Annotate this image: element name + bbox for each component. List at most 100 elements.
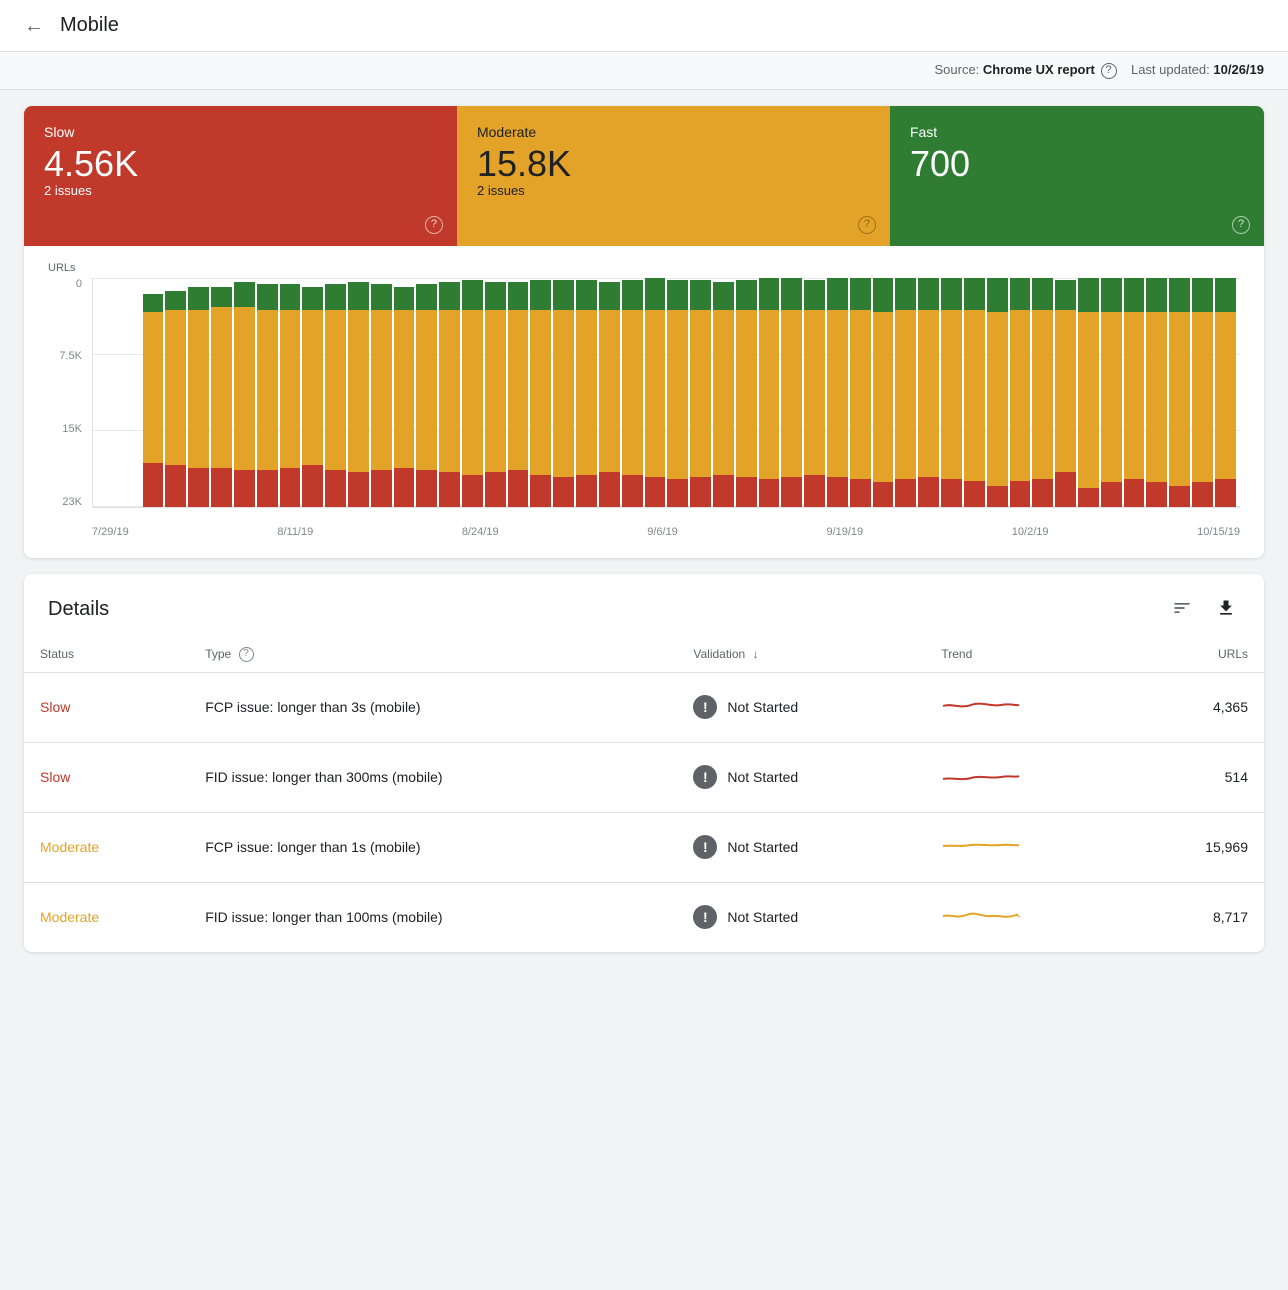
- filter-button[interactable]: [1168, 594, 1196, 625]
- chart-container: 23K 15K 7.5K 0 7/29/19: [48, 278, 1240, 538]
- type-help-icon[interactable]: ?: [239, 647, 254, 662]
- bar-moderate-29: [759, 310, 780, 479]
- bar-fast-3: [165, 291, 186, 309]
- bar-fast-32: [827, 278, 848, 310]
- bar-group-2: [143, 278, 164, 507]
- bar-slow-16: [462, 475, 483, 507]
- bar-moderate-34: [873, 312, 894, 482]
- bar-slow-9: [302, 465, 323, 506]
- bar-slow-42: [1055, 472, 1076, 506]
- fast-help-icon[interactable]: ?: [1232, 216, 1250, 234]
- bar-slow-29: [759, 479, 780, 506]
- col-type: Type ?: [189, 639, 677, 673]
- back-button[interactable]: ←: [24, 16, 44, 36]
- bar-fast-35: [895, 278, 916, 310]
- bar-group-44: [1101, 278, 1122, 507]
- bar-slow-26: [690, 477, 711, 507]
- bar-moderate-38: [964, 310, 985, 482]
- x-tick-5: 9/19/19: [826, 526, 863, 538]
- bar-group-35: [895, 278, 916, 507]
- bar-moderate-45: [1124, 312, 1145, 480]
- bar-fast-48: [1192, 278, 1213, 312]
- row-validation-1: !Not Started: [677, 742, 925, 812]
- bar-fast-10: [325, 284, 346, 309]
- bar-group-15: [439, 278, 460, 507]
- table-row-0[interactable]: SlowFCP issue: longer than 3s (mobile)!N…: [24, 672, 1264, 742]
- col-validation[interactable]: Validation ↓: [677, 639, 925, 673]
- x-tick-1: 7/29/19: [92, 526, 129, 538]
- bar-moderate-42: [1055, 310, 1076, 473]
- moderate-label: Moderate: [477, 124, 870, 140]
- chart-inner: [92, 278, 1240, 508]
- bar-slow-5: [211, 468, 232, 507]
- bars-wrapper: [93, 278, 1240, 507]
- bar-moderate-7: [257, 310, 278, 470]
- bar-slow-32: [827, 477, 848, 507]
- bar-moderate-32: [827, 310, 848, 477]
- slow-score-card[interactable]: Slow 4.56K 2 issues ?: [24, 106, 457, 246]
- chart-area: URLs 23K 15K 7.5K 0: [24, 246, 1264, 558]
- bar-fast-29: [759, 278, 780, 310]
- bar-moderate-28: [736, 310, 757, 477]
- moderate-help-icon[interactable]: ?: [858, 216, 876, 234]
- bar-fast-18: [508, 282, 529, 309]
- bar-fast-39: [987, 278, 1008, 312]
- download-button[interactable]: [1212, 594, 1240, 625]
- row-trend-2: [925, 812, 1128, 882]
- bar-group-7: [257, 278, 278, 507]
- bar-group-10: [325, 278, 346, 507]
- bar-slow-36: [918, 477, 939, 507]
- bar-slow-21: [576, 475, 597, 507]
- bar-group-24: [645, 278, 666, 507]
- row-validation-3: !Not Started: [677, 882, 925, 952]
- bar-fast-19: [530, 280, 551, 310]
- validation-icon-1: !: [693, 765, 717, 789]
- trend-sparkline-1: [941, 761, 1021, 791]
- bar-fast-37: [941, 278, 962, 310]
- bar-slow-48: [1192, 482, 1213, 507]
- bar-moderate-48: [1192, 312, 1213, 482]
- bar-fast-2: [143, 294, 164, 312]
- bar-group-5: [211, 278, 232, 507]
- row-urls-3: 8,717: [1128, 882, 1264, 952]
- bar-fast-23: [622, 280, 643, 310]
- bar-group-26: [690, 278, 711, 507]
- bar-fast-45: [1124, 278, 1145, 312]
- fast-value: 700: [910, 144, 1244, 184]
- validation-text-0: Not Started: [727, 699, 798, 715]
- bar-moderate-13: [394, 310, 415, 468]
- bar-moderate-11: [348, 310, 369, 473]
- bar-slow-13: [394, 468, 415, 507]
- row-validation-2: !Not Started: [677, 812, 925, 882]
- table-row-3[interactable]: ModerateFID issue: longer than 100ms (mo…: [24, 882, 1264, 952]
- bar-slow-46: [1146, 482, 1167, 507]
- bar-moderate-44: [1101, 312, 1122, 482]
- chart-x-axis: 7/29/19 8/11/19 8/24/19 9/6/19 9/19/19 1…: [92, 510, 1240, 538]
- bar-slow-27: [713, 475, 734, 507]
- bar-fast-22: [599, 282, 620, 309]
- bar-moderate-9: [302, 310, 323, 466]
- slow-help-icon[interactable]: ?: [425, 216, 443, 234]
- bar-group-18: [508, 278, 529, 507]
- source-info-icon[interactable]: ?: [1101, 63, 1117, 79]
- row-trend-0: [925, 672, 1128, 742]
- bar-fast-14: [416, 284, 437, 309]
- bar-fast-28: [736, 280, 757, 310]
- row-status-0: Slow: [24, 672, 189, 742]
- trend-sparkline-0: [941, 691, 1021, 721]
- bar-group-20: [553, 278, 574, 507]
- row-urls-2: 15,969: [1128, 812, 1264, 882]
- fast-score-card[interactable]: Fast 700 ?: [890, 106, 1264, 246]
- moderate-score-card[interactable]: Moderate 15.8K 2 issues ?: [457, 106, 890, 246]
- bar-moderate-2: [143, 312, 164, 463]
- bar-moderate-40: [1010, 310, 1031, 482]
- bar-fast-11: [348, 282, 369, 309]
- bar-slow-7: [257, 470, 278, 507]
- table-row-2[interactable]: ModerateFCP issue: longer than 1s (mobil…: [24, 812, 1264, 882]
- bar-group-empty-0: [97, 278, 118, 507]
- x-tick-4: 9/6/19: [647, 526, 678, 538]
- chart-y-axis: 23K 15K 7.5K 0: [48, 278, 88, 508]
- table-row-1[interactable]: SlowFID issue: longer than 300ms (mobile…: [24, 742, 1264, 812]
- bar-fast-31: [804, 280, 825, 310]
- moderate-issues: 2 issues: [477, 183, 870, 198]
